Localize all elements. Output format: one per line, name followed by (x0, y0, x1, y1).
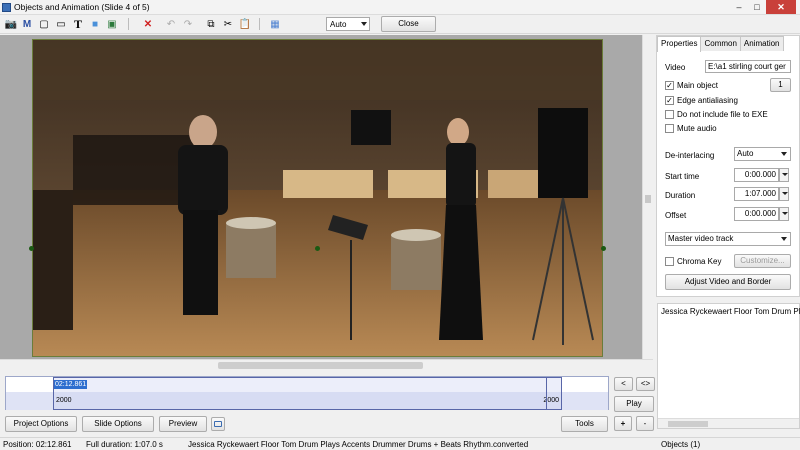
maximize-icon[interactable]: □ (748, 0, 766, 14)
rectangle-icon[interactable]: ■ (88, 17, 102, 31)
tools-button[interactable]: Tools (561, 416, 608, 432)
mask-icon[interactable]: M (20, 17, 34, 31)
status-objects: Objects (1) (661, 440, 701, 449)
canvas-vertical-scrollbar[interactable] (642, 35, 653, 360)
chevron-down-icon (781, 152, 787, 156)
fullscreen-preview-button[interactable] (211, 417, 225, 431)
frame-icon[interactable]: ▢ (37, 17, 51, 31)
edge-antialiasing-label: Edge antialiasing (677, 96, 738, 105)
status-file: Jessica Ryckewaert Floor Tom Drum Plays … (188, 440, 529, 449)
chroma-key-label: Chroma Key (677, 257, 722, 266)
copy-icon[interactable]: ⧉ (204, 17, 218, 31)
no-include-label: Do not include file to EXE (677, 110, 768, 119)
chevron-down-icon (361, 22, 367, 26)
resize-handle[interactable] (29, 246, 34, 251)
close-button[interactable]: Close (381, 16, 436, 32)
mute-checkbox[interactable] (665, 124, 674, 133)
text-icon[interactable]: T (71, 17, 85, 31)
start-time-field[interactable]: 0:00.000 (734, 168, 779, 182)
image-icon[interactable]: ▣ (105, 17, 119, 31)
left-marker: 2000 (56, 397, 72, 404)
main-object-label: Main object (677, 81, 718, 90)
toolbar-separator (259, 18, 260, 30)
duration-dropdown[interactable] (779, 187, 789, 201)
deinterlacing-value: Auto (737, 149, 754, 158)
minimize-icon[interactable]: – (730, 0, 748, 14)
add-button[interactable]: + (614, 416, 632, 431)
canvas-horizontal-scrollbar[interactable] (0, 359, 653, 370)
center-handle[interactable] (315, 246, 320, 251)
toolbar-separator (128, 18, 129, 30)
customize-button[interactable]: Customize... (734, 254, 791, 268)
prev-button[interactable]: < (614, 377, 633, 391)
button-icon[interactable]: ▭ (54, 17, 68, 31)
chevron-down-icon (781, 237, 787, 241)
slide-options-button[interactable]: Slide Options (82, 416, 154, 432)
object-list-scrollbar[interactable] (658, 418, 799, 428)
toolbar: 📷 M ▢ ▭ T ■ ▣ ✕ ↶ ↷ ⧉ ✂ 📋 ▦ Auto Close (0, 15, 800, 34)
video-object[interactable] (32, 39, 603, 357)
app-icon (2, 3, 11, 12)
undo-icon[interactable]: ↶ (164, 17, 178, 31)
project-options-button[interactable]: Project Options (5, 416, 77, 432)
no-include-checkbox[interactable] (665, 110, 674, 119)
offset-dropdown[interactable] (779, 207, 789, 221)
zoom-select[interactable]: Auto (326, 17, 370, 31)
chroma-key-checkbox[interactable] (665, 257, 674, 266)
timeline[interactable]: 2000 2000 02:12.861 (5, 376, 609, 410)
redo-icon[interactable]: ↷ (181, 17, 195, 31)
window-title: Objects and Animation (Slide 4 of 5) (14, 2, 150, 12)
object-list: Jessica Ryckewaert Floor Tom Drum Play (657, 303, 800, 429)
resize-handle[interactable] (601, 246, 606, 251)
offset-label: Offset (665, 211, 687, 220)
delete-icon[interactable]: ✕ (141, 17, 155, 31)
status-full-duration: Full duration: 1:07.0 s (86, 440, 163, 449)
tab-animation[interactable]: Animation (739, 36, 784, 51)
position-badge: 02:12.861 (54, 380, 88, 389)
end-line (546, 378, 547, 409)
zoom-value: Auto (330, 20, 347, 29)
cut-icon[interactable]: ✂ (221, 17, 235, 31)
start-time-dropdown[interactable] (779, 168, 789, 182)
remove-button[interactable]: - (636, 416, 654, 431)
offset-field[interactable]: 0:00.000 (734, 207, 779, 221)
main-object-number[interactable]: 1 (770, 78, 791, 92)
tab-properties[interactable]: Properties (657, 36, 702, 52)
grid-icon[interactable]: ▦ (268, 17, 282, 31)
master-track-value: Master video track (668, 234, 734, 243)
video-path-field[interactable]: E:\a1 stirling court ger (705, 60, 791, 73)
camera-icon[interactable]: 📷 (4, 17, 18, 31)
preview-button[interactable]: Preview (159, 416, 207, 432)
play-button[interactable]: Play (614, 396, 654, 412)
expand-button[interactable]: <> (636, 377, 655, 391)
master-track-select[interactable]: Master video track (665, 232, 791, 246)
duration-field[interactable]: 1:07.000 (734, 187, 779, 201)
video-label: Video (665, 63, 686, 72)
start-time-label: Start time (665, 172, 700, 181)
deinterlacing-label: De-interlacing (665, 151, 715, 160)
mute-label: Mute audio (677, 124, 717, 133)
title-bar: Objects and Animation (Slide 4 of 5) – □… (0, 0, 800, 15)
main-object-checkbox[interactable]: ✓ (665, 81, 674, 90)
deinterlacing-select[interactable]: Auto (734, 147, 791, 161)
paste-icon[interactable]: 📋 (238, 17, 252, 31)
duration-label: Duration (665, 191, 696, 200)
status-bar: Position: 02:12.861 Full duration: 1:07.… (0, 437, 800, 450)
adjust-video-border-button[interactable]: Adjust Video and Border (665, 274, 791, 290)
list-item[interactable]: Jessica Ryckewaert Floor Tom Drum Play (661, 307, 800, 316)
edge-antialiasing-checkbox[interactable]: ✓ (665, 96, 674, 105)
properties-panel: Properties Common Animation Video E:\a1 … (656, 35, 800, 297)
tab-common[interactable]: Common (700, 36, 741, 51)
status-position: Position: 02:12.861 (3, 440, 72, 449)
monitor-icon (214, 421, 222, 427)
video-frame (33, 40, 602, 356)
timeline-object-bar[interactable]: 2000 2000 (53, 377, 562, 410)
close-icon[interactable]: ✕ (766, 0, 796, 14)
